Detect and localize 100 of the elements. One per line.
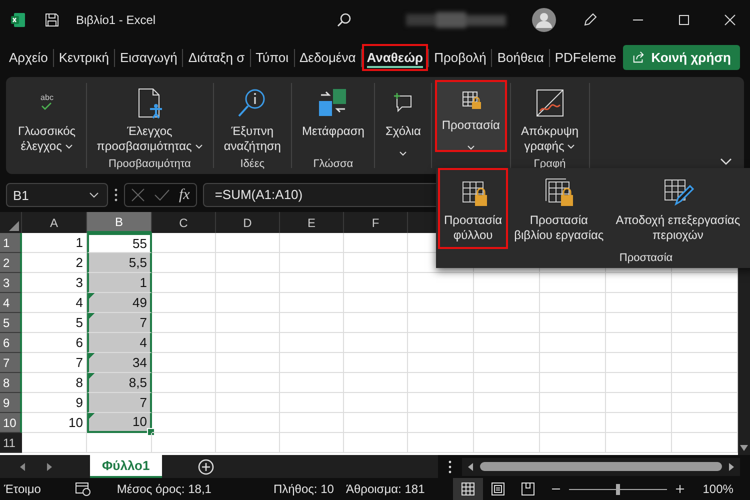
cancel-icon[interactable] [131,188,145,202]
table-cell [344,253,408,273]
ribbon-button[interactable]: abc Γλωσσικός έλεγχος [11,80,83,174]
column-header[interactable]: D [216,212,280,233]
table-cell [408,393,474,413]
close-icon[interactable] [724,14,736,26]
row-header[interactable]: 4 [0,293,22,313]
group-label: Ιδέες [240,158,265,172]
horizontal-scrollbar[interactable] [462,458,740,476]
table-cell [280,433,344,453]
ribbon-tab[interactable]: Αρχείο [4,44,53,71]
fill-handle[interactable] [147,428,155,436]
next-sheet-icon[interactable] [46,462,52,470]
zoom-slider-thumb[interactable] [616,484,620,494]
table-cell [216,353,280,373]
table-cell [408,293,474,313]
avatar-icon[interactable] [532,8,556,32]
table-cell [152,233,216,253]
table-cell: 1 [87,273,152,293]
scroll-right-icon[interactable] [728,462,734,470]
table-cell [344,433,408,453]
table-cell [474,293,540,313]
zoom-level-text: 100% [702,482,734,496]
search-icon[interactable] [336,12,352,28]
accessibility-status-icon[interactable] [74,482,91,496]
insert-function-button[interactable]: fx [179,186,190,204]
more-icon[interactable] [448,460,452,474]
average-text: Μέσος όρος: 18,1 [116,482,212,496]
table-cell: 10 [87,413,152,433]
ribbon-tab[interactable]: PDFeleme [550,44,622,71]
row-header[interactable]: 6 [0,333,22,353]
more-icon[interactable] [114,188,118,202]
normal-view-icon[interactable] [452,478,483,500]
table-cell [606,433,672,453]
table-cell [280,333,344,353]
window-title: Βιβλίο1 - Excel [76,13,156,27]
column-header[interactable]: B [87,212,152,233]
save-icon[interactable] [44,12,60,28]
table-cell [216,233,280,253]
previous-sheet-icon[interactable] [20,462,26,470]
zoom-in-icon[interactable] [674,484,685,494]
ribbon-button[interactable]: Έλεγχος προσβασιμότητας [90,80,210,158]
table-cell [216,433,280,453]
menu-item[interactable]: Αποδοχή επεξεργασίας περιοχών [610,168,746,249]
scroll-left-icon[interactable] [468,462,474,470]
table-cell [152,373,216,393]
row-header[interactable]: 5 [0,313,22,333]
table-cell: 4 [87,333,152,353]
sheet-tab[interactable]: Φύλλο1 [90,455,162,478]
table-cell [152,273,216,293]
table-cell [540,433,606,453]
table-cell [540,313,606,333]
table-cell [606,353,672,373]
ribbon-tab[interactable]: Αναθεώρ [362,44,428,71]
ribbon-tab[interactable]: Κεντρική [54,44,114,71]
confirm-icon[interactable] [154,188,170,202]
row-header[interactable]: 1 [0,233,22,253]
table-cell [152,313,216,333]
ribbon-tab[interactable]: Διάταξη σ [183,44,250,71]
row-header[interactable]: 10 [0,413,22,433]
ribbon-button[interactable]: Μετάφραση [294,80,372,158]
ribbon-button[interactable]: Προστασία [434,80,507,152]
ribbon-button[interactable]: Απόκρυψη γραφής [514,80,586,158]
add-sheet-icon[interactable] [198,458,214,474]
ribbon-tab[interactable]: Προβολή [429,44,492,71]
collapse-ribbon-icon[interactable] [720,158,732,166]
table-cell [152,253,216,273]
select-all-icon[interactable] [9,221,19,231]
table-cell [344,393,408,413]
menu-item[interactable]: Προστασία φύλλου [438,168,508,249]
row-header[interactable]: 3 [0,273,22,293]
table-cell [216,393,280,413]
pen-icon[interactable] [582,12,598,28]
table-cell [280,253,344,273]
table-cell [152,353,216,373]
row-header[interactable]: 8 [0,373,22,393]
ribbon-tab[interactable]: Τύποι [250,44,294,71]
scrollbar-thumb[interactable] [480,462,722,471]
ribbon-tab[interactable]: Δεδομένα [294,44,361,71]
scroll-down-icon[interactable] [740,445,748,451]
table-cell [216,273,280,293]
table-cell [344,333,408,353]
ribbon-button[interactable]: Έξυπνη αναζήτηση [216,80,288,158]
maximize-icon[interactable] [678,14,690,26]
name-box[interactable]: B1 [6,183,108,207]
row-header[interactable]: 9 [0,393,22,413]
table-cell [474,393,540,413]
table-cell [216,253,280,273]
column-header[interactable]: F [344,212,408,233]
ribbon-tab[interactable]: Εισαγωγή [114,44,182,71]
share-button[interactable]: Κοινή χρήση [623,45,740,70]
column-header[interactable]: C [152,212,216,233]
table-cell [152,433,216,453]
ribbon-button[interactable]: Σχόλια [378,80,428,174]
row-header[interactable]: 7 [0,353,22,373]
row-header[interactable]: 11 [0,433,22,453]
row-header[interactable]: 2 [0,253,22,273]
table-cell: 34 [87,353,152,373]
column-header[interactable]: E [280,212,344,233]
ribbon-tab[interactable]: Βοήθεια [492,44,549,71]
